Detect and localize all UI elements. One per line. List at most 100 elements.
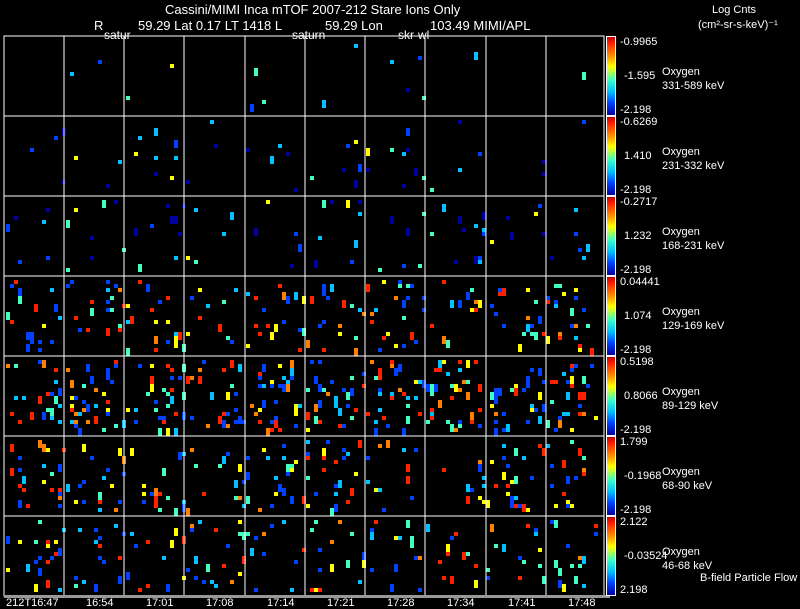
- data-pixel: [138, 588, 142, 592]
- data-pixel: [38, 556, 42, 560]
- data-pixel: [38, 340, 42, 344]
- data-pixel: [38, 520, 42, 524]
- data-pixel: [558, 336, 562, 340]
- data-pixel: [82, 400, 86, 404]
- data-pixel: [578, 556, 582, 560]
- data-pixel: [186, 332, 190, 336]
- data-pixel: [54, 368, 58, 372]
- data-pixel: [258, 384, 262, 388]
- data-pixel: [270, 504, 274, 508]
- data-pixel: [58, 420, 62, 424]
- data-pixel: [574, 208, 578, 212]
- data-pixel: [222, 368, 226, 372]
- data-pixel: [334, 404, 338, 408]
- data-pixel: [490, 240, 494, 244]
- data-pixel: [574, 232, 578, 236]
- data-pixel: [566, 500, 570, 504]
- species-label: Oxygen: [662, 306, 700, 318]
- data-pixel: [106, 408, 110, 412]
- data-pixel: [246, 472, 250, 480]
- colorbar-min: -2.198: [620, 184, 652, 196]
- data-pixel: [466, 392, 470, 400]
- data-pixel: [54, 304, 58, 312]
- data-pixel: [10, 444, 14, 452]
- data-pixel: [154, 156, 158, 160]
- data-pixel: [174, 140, 178, 148]
- data-pixel: [570, 324, 574, 328]
- data-pixel: [234, 408, 238, 412]
- data-pixel: [150, 224, 154, 228]
- data-pixel: [18, 500, 22, 508]
- data-pixel: [370, 312, 374, 316]
- data-pixel: [150, 384, 154, 392]
- data-pixel: [522, 456, 526, 460]
- data-pixel: [502, 288, 506, 296]
- data-pixel: [282, 376, 286, 380]
- data-pixel: [570, 308, 574, 316]
- data-pixel: [270, 384, 274, 388]
- data-pixel: [230, 212, 234, 220]
- data-pixel: [358, 580, 362, 584]
- data-pixel: [594, 416, 598, 420]
- data-pixel: [290, 588, 294, 592]
- data-pixel: [10, 320, 14, 324]
- data-pixel: [146, 584, 150, 588]
- data-pixel: [494, 428, 498, 436]
- data-pixel: [442, 336, 446, 344]
- data-pixel: [194, 556, 198, 564]
- data-pixel: [166, 584, 170, 592]
- data-pixel: [6, 364, 10, 368]
- data-pixel: [118, 500, 122, 504]
- data-pixel: [550, 400, 554, 404]
- data-pixel: [174, 344, 178, 348]
- data-pixel: [346, 452, 350, 456]
- data-pixel: [78, 528, 82, 532]
- data-pixel: [574, 476, 578, 480]
- data-pixel: [394, 296, 398, 300]
- data-pixel: [74, 584, 78, 588]
- data-pixel: [514, 496, 518, 500]
- data-pixel: [282, 320, 286, 324]
- data-pixel: [38, 440, 42, 448]
- data-pixel: [506, 464, 510, 468]
- x-tick-label: 17:08: [206, 597, 234, 609]
- data-pixel: [170, 64, 174, 68]
- data-pixel: [114, 524, 118, 528]
- panel-129-169 keV: [3, 275, 605, 357]
- data-pixel: [554, 428, 558, 432]
- data-pixel: [314, 520, 318, 524]
- colorbar-mid: 1.232: [624, 230, 652, 242]
- data-pixel: [322, 284, 326, 292]
- data-pixel: [254, 324, 258, 328]
- data-pixel: [258, 420, 262, 424]
- data-pixel: [198, 376, 202, 384]
- data-pixel: [442, 360, 446, 364]
- data-pixel: [158, 492, 162, 496]
- data-pixel: [94, 584, 98, 592]
- data-pixel: [542, 380, 546, 384]
- data-pixel: [430, 188, 434, 192]
- data-pixel: [574, 324, 578, 328]
- x-tick-label: 212T16:47: [6, 597, 59, 609]
- data-pixel: [270, 420, 274, 424]
- data-pixel: [286, 380, 290, 384]
- data-pixel: [50, 340, 54, 344]
- data-pixel: [478, 300, 482, 308]
- data-pixel: [494, 388, 498, 396]
- data-pixel: [322, 448, 326, 456]
- data-pixel: [90, 308, 94, 316]
- data-pixel: [178, 452, 182, 460]
- data-pixel: [522, 332, 526, 336]
- data-pixel: [154, 336, 158, 344]
- data-pixel: [54, 540, 58, 544]
- data-pixel: [342, 300, 346, 308]
- data-pixel: [186, 180, 190, 184]
- data-pixel: [430, 324, 434, 328]
- data-pixel: [278, 364, 282, 368]
- data-pixel: [150, 492, 154, 496]
- data-pixel: [278, 484, 282, 492]
- data-pixel: [258, 332, 262, 336]
- data-pixel: [490, 404, 494, 408]
- data-pixel: [418, 264, 422, 268]
- data-pixel: [126, 572, 130, 580]
